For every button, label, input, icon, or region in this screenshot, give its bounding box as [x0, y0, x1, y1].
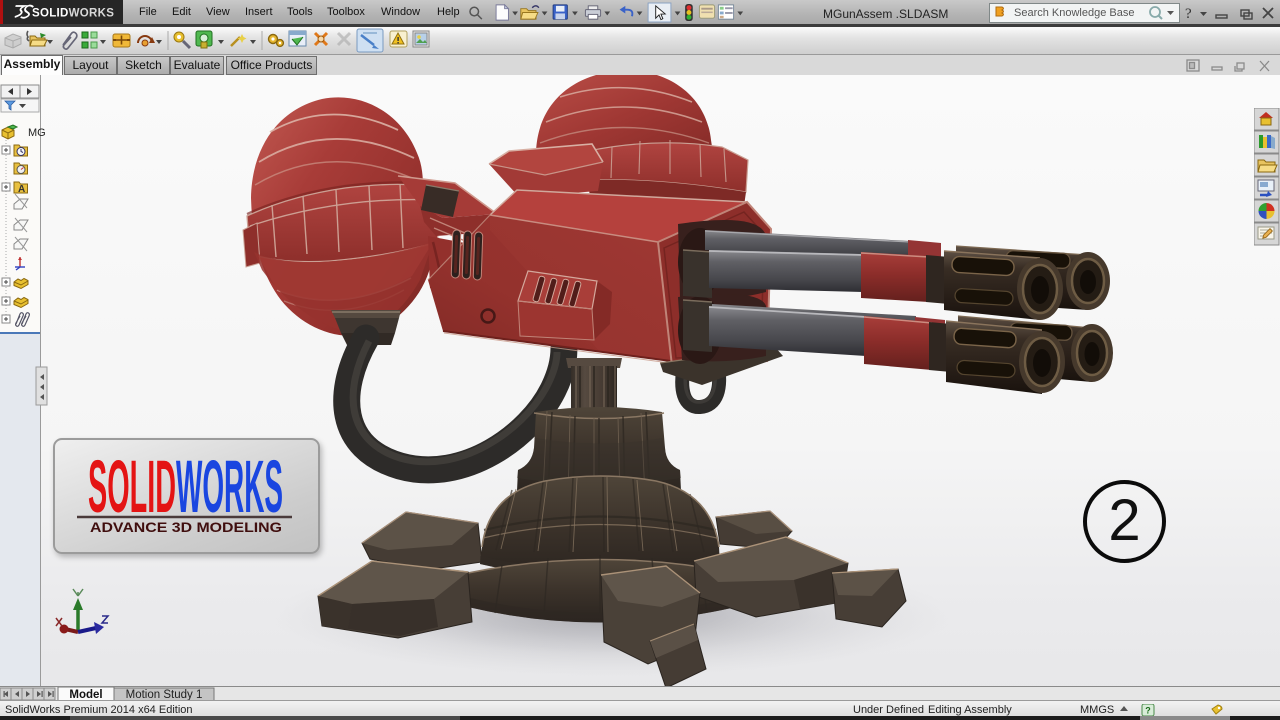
svg-text:MG: MG: [28, 127, 46, 139]
svg-text:A: A: [18, 184, 25, 195]
svg-text:ADVANCE 3D MODELING: ADVANCE 3D MODELING: [90, 519, 282, 535]
svg-text:SOLID: SOLID: [88, 445, 176, 528]
svg-text:WORKS: WORKS: [176, 445, 283, 528]
svg-text:?: ?: [1185, 6, 1192, 22]
svg-text:?: ?: [1145, 706, 1151, 716]
